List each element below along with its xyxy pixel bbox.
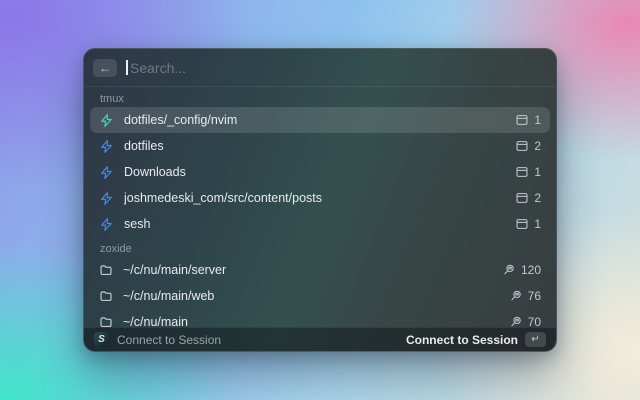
list-item-label: sesh: [124, 217, 151, 231]
list-item[interactable]: dotfiles/_config/nvim 1: [90, 107, 550, 133]
item-count: 2: [534, 139, 541, 153]
search-bar: ←: [84, 49, 556, 87]
folder-icon: [99, 289, 113, 303]
back-arrow-icon: ←: [99, 60, 111, 75]
list-item-label: ~/c/nu/main/server: [123, 263, 227, 277]
return-key-icon: ↵: [531, 334, 540, 345]
item-count: 1: [534, 165, 541, 179]
window-icon: [515, 191, 529, 205]
folder-icon: [99, 263, 113, 277]
list-item[interactable]: dotfiles 2: [90, 133, 550, 159]
item-count: 1: [534, 217, 541, 231]
list-item[interactable]: ~/c/nu/main/server 120: [90, 257, 550, 283]
list-item-label: joshmedeski_com/src/content/posts: [124, 191, 323, 205]
section-header-tmux: tmux: [100, 93, 124, 105]
text-caret: [126, 60, 128, 75]
back-button[interactable]: ←: [93, 58, 117, 77]
list-item-accessory: 1: [515, 113, 541, 127]
magnifier-icon: [502, 263, 516, 277]
list-item-label: ~/c/nu/main/web: [123, 289, 215, 303]
list-item-accessory: 2: [515, 191, 541, 205]
bolt-icon: [99, 217, 114, 232]
action-label: Connect to Session: [405, 332, 518, 347]
list-item-accessory: 1: [515, 217, 541, 231]
list-item[interactable]: ~/c/nu/main 70: [90, 309, 550, 327]
list-item[interactable]: ~/c/nu/main/web 76: [90, 283, 550, 309]
list-item-label: ~/c/nu/main: [123, 315, 188, 327]
list-item-label: dotfiles: [124, 139, 164, 153]
connect-to-session-action[interactable]: Connect to Session ↵: [406, 332, 546, 347]
list-item-accessory: 2: [515, 139, 541, 153]
magnifier-icon: [509, 315, 523, 327]
bolt-icon: [99, 139, 114, 154]
section-header-zoxide: zoxide: [100, 243, 132, 255]
sesh-app-icon: S: [94, 332, 109, 347]
list-item-label: dotfiles/_config/nvim: [124, 113, 238, 127]
window-icon: [515, 113, 529, 127]
list-item[interactable]: sesh 1: [90, 211, 550, 237]
item-count: 120: [520, 263, 541, 277]
magnifier-icon: [509, 289, 523, 303]
list-item[interactable]: joshmedeski_com/src/content/posts 2: [90, 185, 550, 211]
search-input[interactable]: [130, 59, 547, 76]
footer-hint-label: Connect to Session: [117, 332, 222, 347]
item-count: 76: [527, 289, 541, 303]
return-key-badge[interactable]: ↵: [525, 332, 546, 347]
desktop-background: { "window": { "search": { "placeholder":…: [0, 0, 640, 400]
folder-icon: [99, 315, 113, 327]
footer-bar: S Connect to Session Connect to Session …: [84, 327, 556, 351]
list-item-accessory: 120: [502, 263, 541, 277]
list-item-accessory: 76: [509, 289, 541, 303]
list-item-accessory: 1: [515, 165, 541, 179]
bolt-icon: [99, 191, 114, 206]
list-item-label: Downloads: [124, 165, 186, 179]
launcher-window: ← tmuxdotfiles/_config/nvim 1 dotfiles 2 Dow…: [83, 48, 557, 352]
window-icon: [515, 139, 529, 153]
item-count: 70: [527, 315, 541, 327]
item-count: 2: [534, 191, 541, 205]
list-item-accessory: 70: [509, 315, 541, 327]
bolt-icon: [99, 165, 114, 180]
item-count: 1: [534, 113, 541, 127]
bolt-icon: [99, 113, 114, 128]
results-list: tmux dotfiles/_config/nvim 1 dotfiles 2 Downl…: [84, 87, 556, 327]
window-icon: [515, 217, 529, 231]
list-item[interactable]: Downloads 1: [90, 159, 550, 185]
window-icon: [515, 165, 529, 179]
